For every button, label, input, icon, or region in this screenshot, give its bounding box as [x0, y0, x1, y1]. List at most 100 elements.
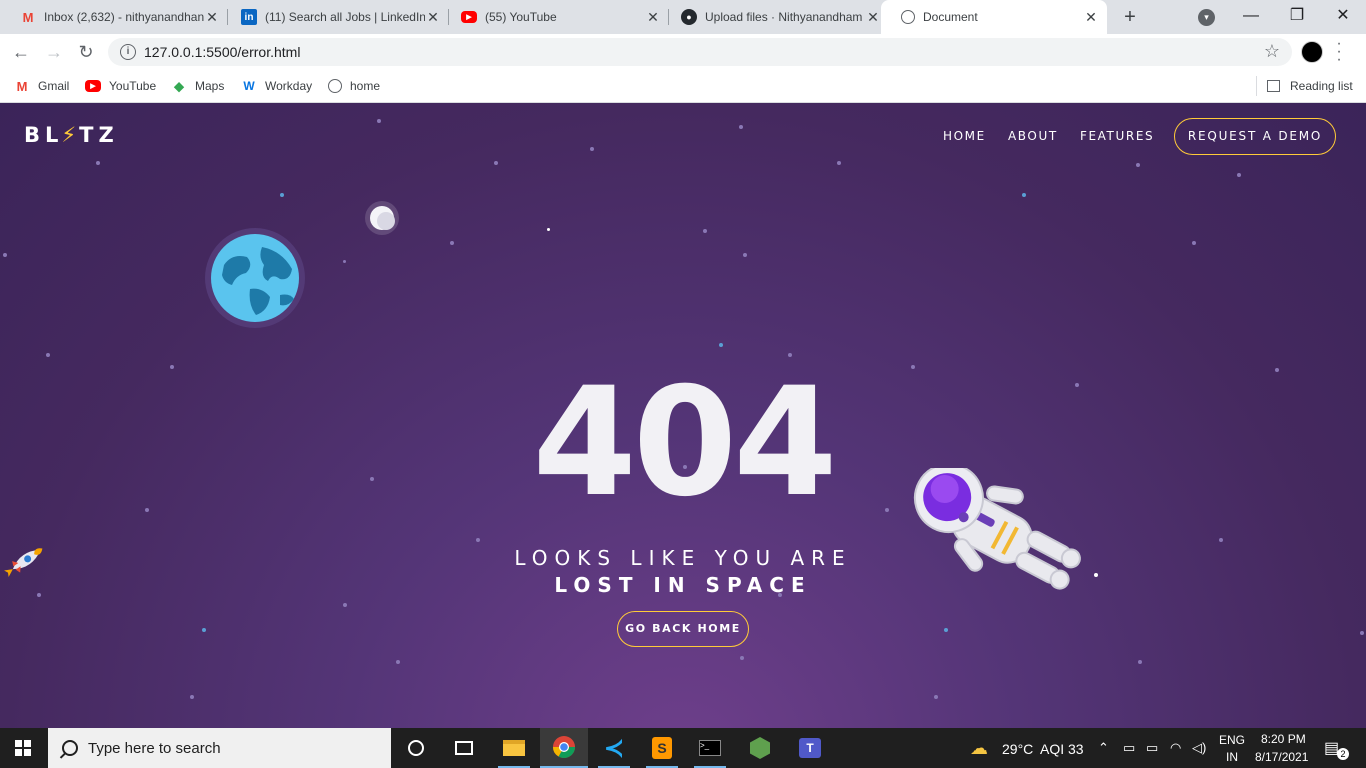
- earth-icon: [205, 228, 305, 328]
- close-icon[interactable]: ✕: [204, 9, 220, 26]
- error-page: BL ⚡ TZ HOME ABOUT FEATURES REQUEST A DE…: [0, 103, 1366, 728]
- search-placeholder: Type here to search: [88, 739, 221, 757]
- tab-linkedin[interactable]: in (11) Search all Jobs | LinkedIn ✕: [221, 0, 449, 34]
- star-dot: [46, 353, 50, 357]
- tab-gmail[interactable]: M Inbox (2,632) - nithyanandhan ✕: [0, 0, 228, 34]
- nodejs-icon[interactable]: [736, 728, 784, 768]
- task-view-icon[interactable]: [440, 728, 488, 768]
- close-icon[interactable]: ✕: [865, 9, 881, 26]
- language-code[interactable]: ENG: [1219, 733, 1245, 747]
- close-icon[interactable]: ✕: [425, 9, 441, 26]
- gmail-icon: M: [22, 9, 34, 25]
- bookmark-gmail[interactable]: M Gmail: [14, 76, 70, 96]
- minimize-button[interactable]: —: [1228, 0, 1274, 34]
- star-dot: [494, 161, 498, 165]
- request-demo-button[interactable]: REQUEST A DEMO: [1174, 118, 1336, 155]
- tab-search-icon[interactable]: ▾: [1198, 9, 1215, 26]
- tab-document[interactable]: Document ✕: [881, 0, 1107, 34]
- workday-icon: W: [243, 79, 255, 93]
- teams-icon[interactable]: T: [786, 728, 834, 768]
- reading-list-label: Reading list: [1290, 79, 1353, 93]
- nav-features[interactable]: FEATURES: [1080, 129, 1154, 143]
- new-tab-button[interactable]: +: [1118, 5, 1142, 29]
- weather-temp[interactable]: 29°C: [1002, 741, 1033, 757]
- weather-icon[interactable]: ☁: [970, 738, 988, 759]
- github-icon: ●: [681, 9, 697, 25]
- star-dot: [1237, 173, 1241, 177]
- bookmark-label: Maps: [195, 79, 225, 93]
- reload-icon[interactable]: ↻: [74, 40, 98, 64]
- bookmark-label: Gmail: [38, 79, 70, 93]
- logo-text-left: BL: [24, 123, 64, 147]
- sublime-text-icon[interactable]: S: [638, 728, 686, 768]
- info-icon[interactable]: i: [120, 44, 136, 60]
- tab-youtube[interactable]: ▶ (55) YouTube ✕: [441, 0, 669, 34]
- bookmark-maps[interactable]: ⬥ Maps: [171, 76, 224, 96]
- profile-avatar[interactable]: [1301, 41, 1323, 63]
- url-text[interactable]: 127.0.0.1:5500/error.html: [144, 44, 300, 60]
- close-icon[interactable]: ✕: [1083, 9, 1099, 26]
- chrome-icon[interactable]: [540, 728, 588, 768]
- bookmark-youtube[interactable]: ▶ YouTube: [85, 76, 156, 96]
- tab-title: Upload files · Nithyanandham: [705, 10, 863, 24]
- tab-title: (55) YouTube: [485, 10, 557, 24]
- bookmark-label: home: [350, 79, 381, 93]
- go-back-home-button[interactable]: GO BACK HOME: [617, 611, 749, 647]
- air-quality[interactable]: AQI 33: [1040, 741, 1084, 757]
- meet-now-icon[interactable]: ▭: [1123, 740, 1135, 756]
- star-dot: [202, 628, 206, 632]
- star-dot: [547, 228, 550, 231]
- back-arrow-icon[interactable]: ←: [9, 40, 33, 64]
- region-code[interactable]: IN: [1226, 750, 1238, 764]
- menu-icon[interactable]: · · ·: [1334, 36, 1344, 68]
- chevron-up-icon[interactable]: ⌃: [1098, 740, 1109, 756]
- star-dot: [934, 695, 938, 699]
- blitz-logo[interactable]: BL ⚡ TZ: [24, 123, 119, 147]
- star-dot: [1192, 241, 1196, 245]
- address-bar[interactable]: i 127.0.0.1:5500/error.html ☆: [108, 38, 1292, 66]
- reading-list-button[interactable]: Reading list: [1256, 76, 1353, 96]
- close-window-button[interactable]: ✕: [1320, 0, 1366, 34]
- nav-about[interactable]: ABOUT: [1008, 129, 1058, 143]
- linkedin-icon: in: [241, 9, 257, 25]
- clock-date[interactable]: 8/17/2021: [1255, 750, 1308, 764]
- file-explorer-icon[interactable]: [490, 728, 538, 768]
- error-code: 404: [532, 356, 837, 530]
- nav-home[interactable]: HOME: [943, 129, 986, 143]
- star-dot: [743, 253, 747, 257]
- bookmark-star-icon[interactable]: ☆: [1264, 41, 1280, 62]
- browser-toolbar: ← → ↻ i 127.0.0.1:5500/error.html ☆ · · ·: [0, 34, 1366, 70]
- star-dot: [739, 125, 743, 129]
- tab-github[interactable]: ● Upload files · Nithyanandham ✕: [661, 0, 889, 34]
- close-icon[interactable]: ✕: [645, 9, 661, 26]
- wifi-icon[interactable]: ◠: [1170, 740, 1181, 756]
- windows-start-icon[interactable]: [15, 740, 31, 756]
- star-dot: [343, 603, 347, 607]
- bookmark-home[interactable]: home: [328, 76, 380, 96]
- star-dot: [450, 241, 454, 245]
- star-dot: [703, 229, 707, 233]
- windows-taskbar: Type here to search ≺ S >_ T ☁ 29°C AQI …: [0, 728, 1366, 768]
- star-dot: [96, 161, 100, 165]
- star-dot: [1136, 163, 1140, 167]
- star-dot: [590, 147, 594, 151]
- youtube-icon: ▶: [461, 11, 477, 23]
- bookmark-label: YouTube: [109, 79, 157, 93]
- taskbar-search-box[interactable]: Type here to search: [48, 728, 391, 768]
- volume-icon[interactable]: ◁): [1192, 740, 1206, 756]
- clock-time[interactable]: 8:20 PM: [1261, 732, 1306, 746]
- terminal-icon[interactable]: >_: [686, 728, 734, 768]
- vscode-icon[interactable]: ≺: [590, 728, 638, 768]
- star-dot: [719, 343, 723, 347]
- bookmark-workday[interactable]: W Workday: [241, 76, 312, 96]
- cortana-icon[interactable]: [392, 728, 440, 768]
- star-dot: [1138, 660, 1142, 664]
- star-dot: [396, 660, 400, 664]
- logo-text-right: TZ: [79, 123, 119, 147]
- search-icon: [62, 740, 78, 756]
- restore-button[interactable]: ❐: [1274, 0, 1320, 34]
- battery-icon[interactable]: ▭: [1146, 740, 1158, 756]
- star-dot: [190, 695, 194, 699]
- forward-arrow-icon[interactable]: →: [42, 40, 66, 64]
- star-dot: [3, 253, 7, 257]
